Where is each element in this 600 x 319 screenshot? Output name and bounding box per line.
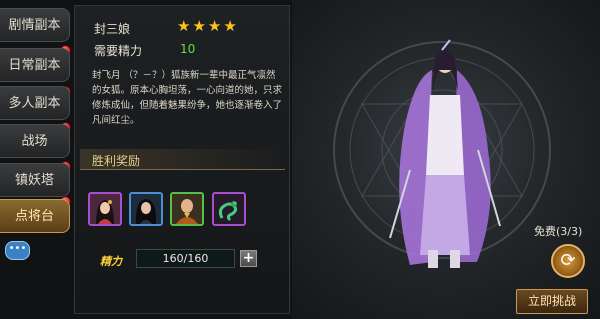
tab-general-platform[interactable]: 点将台	[0, 199, 70, 233]
dark-haired-portrait-icon[interactable]	[129, 192, 163, 226]
green-dragon-icon[interactable]	[212, 192, 246, 226]
monk-portrait-icon[interactable]	[170, 192, 204, 226]
challenge-now-button[interactable]: 立即挑战	[516, 289, 588, 314]
tab-daily-dungeon[interactable]: 日常副本	[0, 48, 70, 82]
add-energy-button[interactable]: +	[240, 250, 257, 267]
reward-title: 胜利奖励	[92, 154, 141, 168]
energy-required-value: 10	[180, 42, 196, 56]
energy-cost-label: 精力	[100, 255, 122, 268]
tab-battlefield[interactable]: 战场	[0, 124, 70, 158]
tab-demon-tower[interactable]: 镇妖塔	[0, 163, 70, 197]
free-attempts-label: 免费(3/3)	[534, 225, 583, 238]
refresh-arrows-icon[interactable]: ⟳	[551, 244, 585, 278]
energy-counter: 160/160	[136, 249, 235, 268]
female-portrait-icon[interactable]	[88, 192, 122, 226]
tab-multiplayer-dungeon[interactable]: 多人副本	[0, 86, 70, 120]
hero-figure	[389, 39, 501, 268]
energy-required-label: 需要精力	[94, 44, 143, 58]
star-rating: ★★★★	[177, 17, 239, 35]
hero-name: 封三娘	[94, 22, 131, 36]
mode-tab-strip: 剧情副本 日常副本 多人副本 战场 镇妖塔 点将台 •••	[0, 0, 72, 319]
tab-story-dungeon[interactable]: 剧情副本	[0, 8, 70, 42]
hero-story-text: 封飞月 （？－？）狐族新一辈中最正气凛然的女狐。原本心胸坦荡，一心向道的她，只求…	[92, 70, 283, 126]
chat-bubble-icon[interactable]: •••	[5, 241, 30, 260]
